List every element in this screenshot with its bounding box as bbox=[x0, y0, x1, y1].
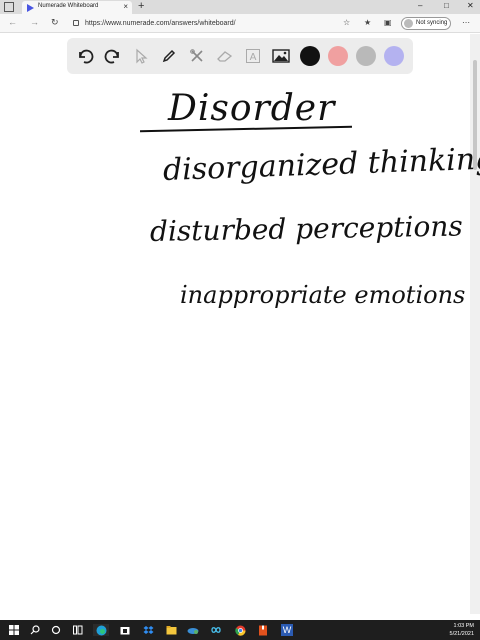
avatar bbox=[404, 19, 413, 28]
dropbox-icon[interactable] bbox=[142, 624, 154, 636]
whiteboard-line-3: inappropriate emotions bbox=[180, 281, 466, 309]
svg-text:A: A bbox=[250, 52, 257, 63]
text-icon[interactable]: A bbox=[241, 44, 265, 68]
search-icon[interactable] bbox=[29, 624, 41, 636]
collections-icon[interactable]: ▣ bbox=[384, 18, 392, 27]
store-icon[interactable] bbox=[119, 624, 131, 636]
windows-taskbar: W 1:03 PM 5/21/2021 bbox=[0, 620, 480, 640]
tab-actions-icon[interactable] bbox=[4, 2, 14, 12]
start-icon[interactable] bbox=[8, 624, 20, 636]
forward-button[interactable]: → bbox=[30, 17, 39, 27]
infinity-app-icon[interactable] bbox=[210, 624, 222, 636]
word-icon[interactable]: W bbox=[281, 624, 293, 636]
pen-icon[interactable] bbox=[157, 44, 181, 68]
undo-icon[interactable] bbox=[73, 44, 97, 68]
numerade-logo-icon bbox=[27, 4, 34, 12]
system-clock[interactable]: 1:03 PM 5/21/2021 bbox=[450, 622, 474, 638]
color-swatch-pink[interactable] bbox=[328, 46, 348, 66]
color-swatch-black[interactable] bbox=[300, 46, 320, 66]
whiteboard-toolbar: A bbox=[67, 38, 413, 74]
chrome-icon[interactable] bbox=[234, 624, 246, 636]
refresh-button[interactable]: ↻ bbox=[51, 17, 59, 28]
close-window-button[interactable]: ✕ bbox=[467, 1, 474, 10]
file-explorer-icon[interactable] bbox=[165, 624, 177, 636]
onedrive-icon[interactable] bbox=[187, 624, 199, 636]
redo-icon[interactable] bbox=[101, 44, 125, 68]
profile-sync-button[interactable]: Not syncing bbox=[401, 17, 451, 30]
browser-tab[interactable]: Numerade Whiteboard × bbox=[22, 1, 132, 14]
pointer-icon[interactable] bbox=[129, 44, 153, 68]
whiteboard-heading: Disorder bbox=[168, 88, 336, 129]
widgets-icon[interactable] bbox=[72, 624, 84, 636]
clock-date: 5/21/2021 bbox=[449, 631, 474, 637]
back-button[interactable]: ← bbox=[8, 17, 17, 27]
tab-close-icon[interactable]: × bbox=[123, 2, 128, 11]
edge-browser-icon[interactable] bbox=[93, 624, 109, 636]
tab-strip: Numerade Whiteboard × + – □ ✕ bbox=[0, 0, 480, 14]
eraser-icon[interactable] bbox=[213, 44, 237, 68]
clock-time: 1:03 PM bbox=[453, 623, 474, 629]
color-swatch-gray[interactable] bbox=[356, 46, 376, 66]
sync-label: Not syncing bbox=[416, 20, 448, 26]
task-view-icon[interactable] bbox=[50, 624, 62, 636]
url-field[interactable]: https://www.numerade.com/answers/whitebo… bbox=[70, 17, 356, 30]
favorites-icon[interactable]: ★ bbox=[364, 18, 371, 27]
bookmark-app-icon[interactable] bbox=[257, 624, 269, 636]
settings-menu-icon[interactable]: ⋯ bbox=[462, 18, 470, 27]
maximize-button[interactable]: □ bbox=[444, 1, 449, 10]
add-favorite-icon[interactable]: ☆ bbox=[343, 18, 350, 27]
url-text: https://www.numerade.com/answers/whitebo… bbox=[85, 20, 236, 27]
color-swatch-lavender[interactable] bbox=[384, 46, 404, 66]
whiteboard-line-2: disturbed perceptions bbox=[149, 209, 464, 248]
tools-icon[interactable] bbox=[185, 44, 209, 68]
minimize-button[interactable]: – bbox=[418, 1, 422, 10]
tab-title: Numerade Whiteboard bbox=[38, 3, 99, 9]
image-icon[interactable] bbox=[269, 44, 293, 68]
new-tab-button[interactable]: + bbox=[138, 0, 144, 12]
lock-icon bbox=[73, 20, 79, 26]
address-bar-row: ← → ↻ https://www.numerade.com/answers/w… bbox=[0, 14, 480, 33]
